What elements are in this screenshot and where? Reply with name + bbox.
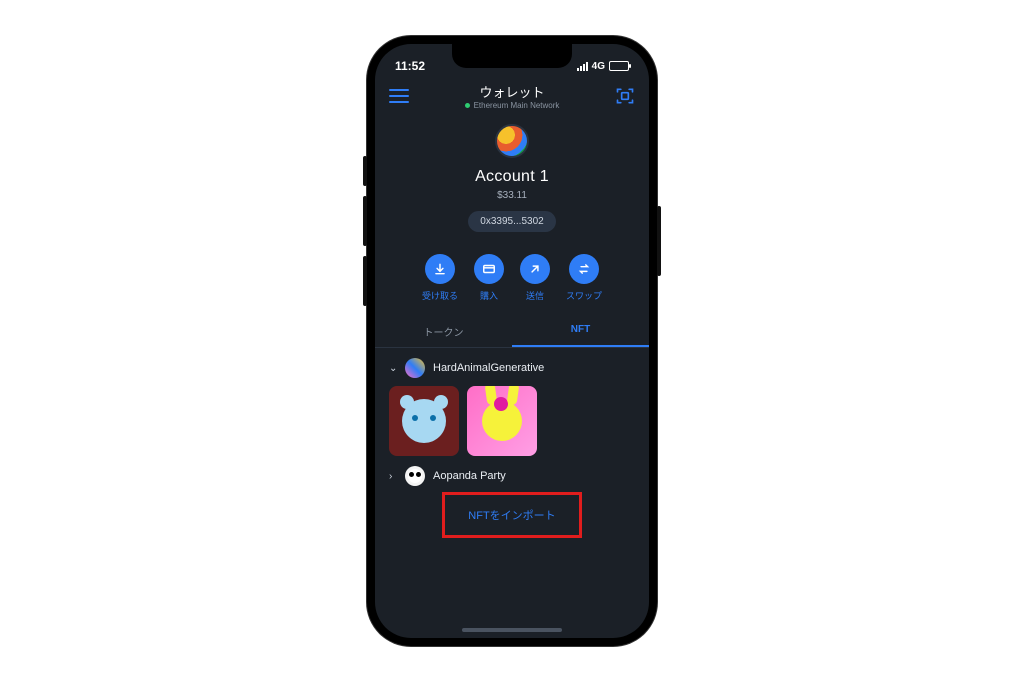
menu-icon[interactable] — [389, 89, 409, 103]
collection-header[interactable]: ⌄ HardAnimalGenerative — [389, 358, 635, 378]
swap-label: スワップ — [566, 289, 602, 302]
status-right: 4G — [577, 61, 629, 72]
collection-avatar — [405, 466, 425, 486]
receive-button[interactable]: 受け取る — [422, 254, 458, 302]
collection-hardanimal: ⌄ HardAnimalGenerative — [375, 348, 649, 456]
address-pill[interactable]: 0x3395...5302 — [468, 211, 555, 232]
tab-nft[interactable]: NFT — [512, 316, 649, 347]
signal-icon — [577, 62, 588, 71]
power-button — [657, 206, 661, 276]
app-screen: 11:52 4G ウォレット Ethereum Main Network — [375, 44, 649, 638]
import-highlight-box: NFTをインポート — [442, 492, 582, 538]
nav-bar: ウォレット Ethereum Main Network — [375, 78, 649, 110]
account-section: Account 1 $33.11 0x3395...5302 — [375, 110, 649, 240]
phone-frame: 11:52 4G ウォレット Ethereum Main Network — [367, 36, 657, 646]
nav-center: ウォレット Ethereum Main Network — [465, 82, 560, 110]
tab-tokens[interactable]: トークン — [375, 316, 512, 347]
nft-grid — [389, 386, 635, 456]
collection-aopanda: › Aopanda Party — [375, 456, 649, 486]
network-status-dot — [465, 103, 470, 108]
network-type: 4G — [592, 61, 605, 72]
nft-artwork-bunny — [482, 401, 522, 441]
nft-item[interactable] — [389, 386, 459, 456]
swap-button[interactable]: スワップ — [566, 254, 602, 302]
nft-item[interactable] — [467, 386, 537, 456]
swap-icon — [569, 254, 599, 284]
import-nft-link[interactable]: NFTをインポート — [468, 507, 555, 523]
download-icon — [425, 254, 455, 284]
chevron-down-icon: ⌄ — [389, 363, 397, 374]
receive-label: 受け取る — [422, 289, 458, 302]
collection-avatar — [405, 358, 425, 378]
buy-label: 購入 — [474, 289, 504, 302]
volume-button — [363, 256, 367, 306]
account-balance: $33.11 — [375, 190, 649, 201]
account-avatar[interactable] — [495, 124, 529, 158]
volume-button — [363, 196, 367, 246]
collection-name: Aopanda Party — [433, 470, 506, 482]
card-icon — [474, 254, 504, 284]
device-notch — [452, 44, 572, 68]
account-name: Account 1 — [375, 168, 649, 186]
network-row[interactable]: Ethereum Main Network — [465, 101, 560, 110]
chevron-right-icon: › — [389, 471, 397, 482]
action-row: 受け取る 購入 送信 スワップ — [375, 254, 649, 302]
send-label: 送信 — [520, 289, 550, 302]
battery-icon — [609, 61, 629, 71]
collection-name: HardAnimalGenerative — [433, 362, 544, 374]
nft-artwork-bear — [402, 399, 446, 443]
arrow-up-right-icon — [520, 254, 550, 284]
buy-button[interactable]: 購入 — [474, 254, 504, 302]
collection-header[interactable]: › Aopanda Party — [389, 466, 635, 486]
home-indicator[interactable] — [462, 628, 562, 632]
network-label: Ethereum Main Network — [474, 101, 560, 110]
tab-row: トークン NFT — [375, 316, 649, 348]
volume-button — [363, 156, 367, 186]
send-button[interactable]: 送信 — [520, 254, 550, 302]
page-title: ウォレット — [465, 82, 560, 101]
scan-icon[interactable] — [615, 86, 635, 106]
status-time: 11:52 — [395, 59, 425, 73]
